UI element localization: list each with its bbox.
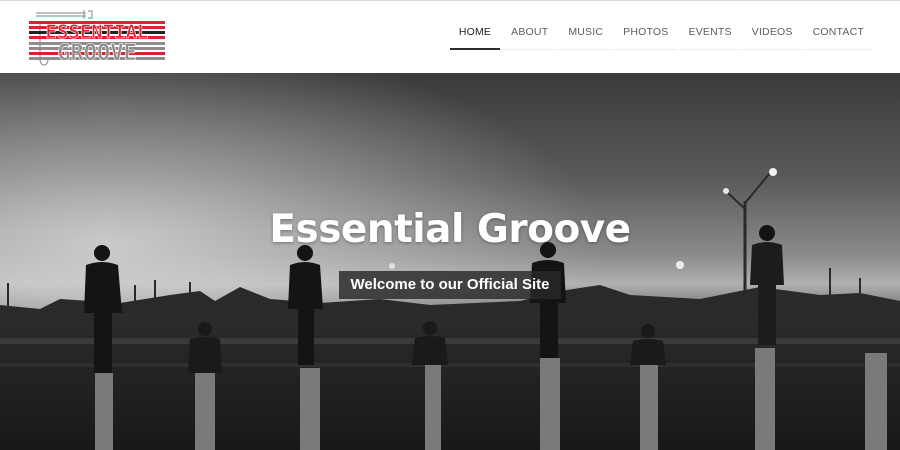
hero-background-photo xyxy=(0,73,900,450)
nav-item-about[interactable]: ABOUT xyxy=(502,21,558,50)
nav-item-photos[interactable]: PHOTOS xyxy=(614,21,678,50)
svg-text:GROOVE: GROOVE xyxy=(57,41,136,66)
main-nav: HOME ABOUT MUSIC PHOTOS EVENTS VIDEOS CO… xyxy=(449,21,873,51)
hero-subtitle-container: Welcome to our Official Site xyxy=(0,271,900,299)
logo-wordmark-line1: ESSENTIAL xyxy=(29,21,165,43)
logo-wordmark-line2: GROOVE xyxy=(29,41,165,66)
nav-item-music[interactable]: MUSIC xyxy=(559,21,613,50)
hero-title: Essential Groove xyxy=(269,207,631,252)
nav-item-videos[interactable]: VIDEOS xyxy=(742,21,802,50)
nav-item-home[interactable]: HOME xyxy=(449,21,501,50)
svg-text:ESSENTIAL: ESSENTIAL xyxy=(46,21,149,43)
site-logo[interactable]: ESSENTIAL GROOVE xyxy=(26,7,168,69)
nav-item-contact[interactable]: CONTACT xyxy=(803,21,873,50)
hero-subtitle: Welcome to our Official Site xyxy=(338,271,562,299)
hero-banner: Essential Groove Welcome to our Official… xyxy=(0,73,900,450)
site-header: ESSENTIAL GROOVE HOME ABOUT MUSIC PHOTOS… xyxy=(0,0,900,73)
nav-item-events[interactable]: EVENTS xyxy=(679,21,741,50)
